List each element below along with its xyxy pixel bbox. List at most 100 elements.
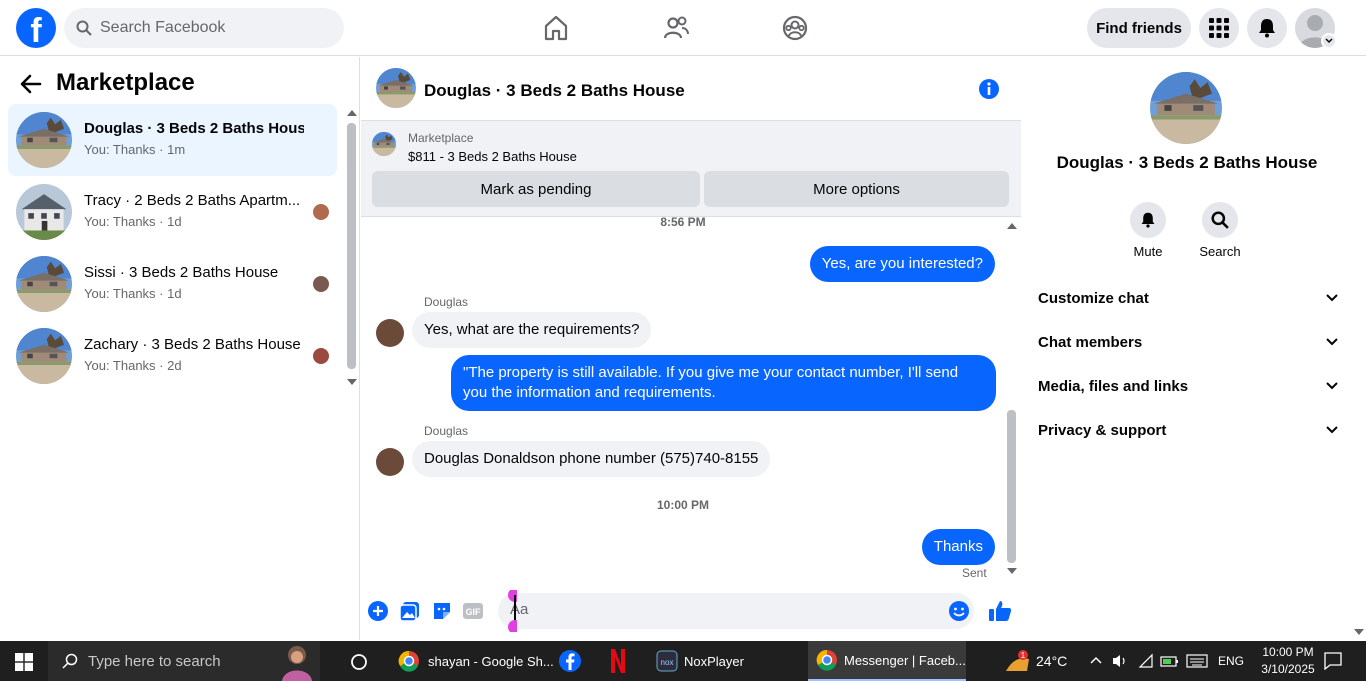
outgoing-message[interactable]: Yes, are you interested?: [809, 246, 995, 282]
marketplace-listing-banner: Marketplace $811 - 3 Beds 2 Baths House …: [361, 121, 1021, 217]
chat-scrollbar[interactable]: [1007, 410, 1016, 563]
banner-label: Marketplace: [408, 131, 474, 145]
clock-date[interactable]: 3/10/2025: [1256, 662, 1320, 676]
language-indicator[interactable]: ENG: [1218, 654, 1244, 668]
incoming-message[interactable]: Yes, what are the requirements?: [412, 312, 652, 348]
page-scroll-down-arrow[interactable]: [1354, 629, 1364, 635]
sender-avatar[interactable]: [376, 319, 404, 347]
search-facebook-box[interactable]: [64, 8, 344, 48]
conversation-item-tracy[interactable]: Tracy · 2 Beds 2 Baths Apartm... You: Th…: [8, 176, 337, 248]
search-action[interactable]: Search: [1190, 202, 1250, 259]
marketplace-title: Marketplace: [56, 69, 195, 96]
chat-listing-thumbnail[interactable]: [376, 68, 416, 108]
account-menu-chevron[interactable]: [1321, 33, 1337, 49]
chevron-down-icon: [1326, 294, 1338, 302]
conversation-item-douglas[interactable]: Douglas · 3 Beds 2 Baths House You: Than…: [8, 104, 337, 176]
taskbar-app-chrome-sheets[interactable]: shayan - Google Sh...: [392, 641, 554, 681]
row-label: Customize chat: [1038, 289, 1149, 307]
gif-icon[interactable]: GIF: [462, 600, 484, 622]
taskbar-app-messenger[interactable]: Messenger | Faceb...: [808, 641, 966, 681]
find-friends-button[interactable]: Find friends: [1087, 8, 1191, 48]
scroll-down-arrow[interactable]: [347, 379, 357, 385]
message-composer: GIF: [361, 588, 1021, 636]
mute-action[interactable]: Mute: [1118, 202, 1178, 259]
taskbar-app-facebook[interactable]: [558, 641, 586, 681]
svg-text:nox: nox: [661, 658, 674, 667]
notifications-button[interactable]: [1247, 8, 1287, 48]
chat-scroll-up-arrow[interactable]: [1007, 223, 1017, 229]
grid-icon: [1209, 18, 1229, 38]
sticker-icon[interactable]: [431, 600, 453, 622]
chevron-up-icon[interactable]: [1090, 655, 1102, 665]
home-icon[interactable]: [542, 14, 570, 42]
emoji-icon[interactable]: [948, 600, 970, 622]
banner-price[interactable]: $811 - 3 Beds 2 Baths House: [408, 149, 577, 164]
clock-time[interactable]: 10:00 PM: [1256, 645, 1320, 659]
chevron-down-icon: [1326, 426, 1338, 434]
svg-text:GIF: GIF: [466, 607, 482, 617]
weather-icon[interactable]: 1: [1003, 649, 1031, 673]
network-icon[interactable]: [1138, 653, 1154, 669]
customize-chat-row[interactable]: Customize chat: [1038, 276, 1338, 320]
scroll-up-arrow[interactable]: [347, 110, 357, 116]
conversation-list-scrollbar[interactable]: [347, 123, 356, 369]
chat-title[interactable]: Douglas · 3 Beds 2 Baths House: [424, 81, 685, 101]
outgoing-message[interactable]: Thanks: [921, 529, 995, 565]
bell-icon: [1141, 212, 1155, 228]
message-input[interactable]: [510, 601, 930, 618]
chat-scroll-down-arrow[interactable]: [1007, 568, 1017, 574]
seen-avatar: [313, 204, 329, 220]
conversation-item-sissi[interactable]: Sissi · 3 Beds 2 Baths House You: Thanks…: [8, 248, 337, 320]
mute-label: Mute: [1133, 244, 1163, 259]
mark-as-pending-button[interactable]: Mark as pending: [372, 171, 700, 207]
facebook-logo[interactable]: f: [16, 8, 56, 48]
more-options-button[interactable]: More options: [704, 171, 1009, 207]
row-label: Media, files and links: [1038, 377, 1189, 395]
conversation-item-zachary[interactable]: Zachary · 3 Beds 2 Baths House You: Than…: [8, 320, 337, 392]
weather-temp[interactable]: 24°C: [1036, 653, 1067, 669]
task-view-icon[interactable]: [350, 653, 368, 671]
volume-icon[interactable]: [1112, 653, 1128, 669]
menu-grid-button[interactable]: [1199, 8, 1239, 48]
svg-text:1: 1: [1021, 651, 1026, 660]
conversation-title: Tracy · 2 Beds 2 Baths Apartm...: [84, 192, 301, 209]
sender-name: Douglas: [424, 424, 469, 438]
info-icon[interactable]: [978, 78, 1000, 100]
message-thread: 8:56 PM Yes, are you interested? Douglas…: [361, 215, 1021, 583]
banner-listing-thumbnail: [372, 132, 396, 156]
keyboard-icon[interactable]: [1186, 654, 1208, 668]
battery-icon[interactable]: [1160, 653, 1180, 669]
listing-thumbnail: [16, 112, 72, 168]
photo-icon[interactable]: [399, 600, 421, 622]
taskbar-app-netflix[interactable]: [610, 641, 632, 681]
conversation-preview: You: Thanks · 1m: [84, 142, 186, 157]
chrome-icon: [816, 649, 837, 671]
friends-icon[interactable]: [662, 14, 690, 42]
message-input-box[interactable]: [498, 593, 974, 629]
message-status: Sent: [962, 566, 987, 580]
sender-avatar[interactable]: [376, 448, 404, 476]
listing-thumbnail: [16, 256, 72, 312]
chat-members-row[interactable]: Chat members: [1038, 320, 1338, 364]
taskbar-search-box[interactable]: Type here to search: [48, 641, 320, 681]
app-title: NoxPlayer: [684, 653, 744, 669]
privacy-support-row[interactable]: Privacy & support: [1038, 408, 1338, 452]
plus-circle-icon[interactable]: [367, 600, 389, 622]
conversation-title: Sissi · 3 Beds 2 Baths House: [84, 264, 279, 281]
taskbar-app-noxplayer[interactable]: nox NoxPlayer: [650, 641, 800, 681]
incoming-message[interactable]: Douglas Donaldson phone number (575)740-…: [412, 441, 771, 477]
thumbs-up-icon[interactable]: [988, 599, 1012, 623]
marketplace-conversation-list: Marketplace Douglas · 3 Beds 2 Baths Hou…: [0, 57, 360, 640]
details-listing-thumbnail[interactable]: [1150, 72, 1222, 144]
notification-center-icon[interactable]: [1324, 652, 1342, 670]
logo-letter: f: [30, 12, 42, 48]
search-input[interactable]: [100, 19, 320, 37]
bell-icon: [1259, 19, 1275, 38]
groups-icon[interactable]: [781, 14, 809, 42]
details-title: Douglas · 3 Beds 2 Baths House: [1056, 153, 1318, 172]
windows-start-icon[interactable]: [15, 653, 33, 671]
outgoing-message[interactable]: "The property is still available. If you…: [451, 355, 996, 411]
back-arrow-icon[interactable]: [20, 74, 42, 94]
media-files-links-row[interactable]: Media, files and links: [1038, 364, 1338, 408]
conversation-preview: You: Thanks · 1d: [84, 286, 182, 301]
